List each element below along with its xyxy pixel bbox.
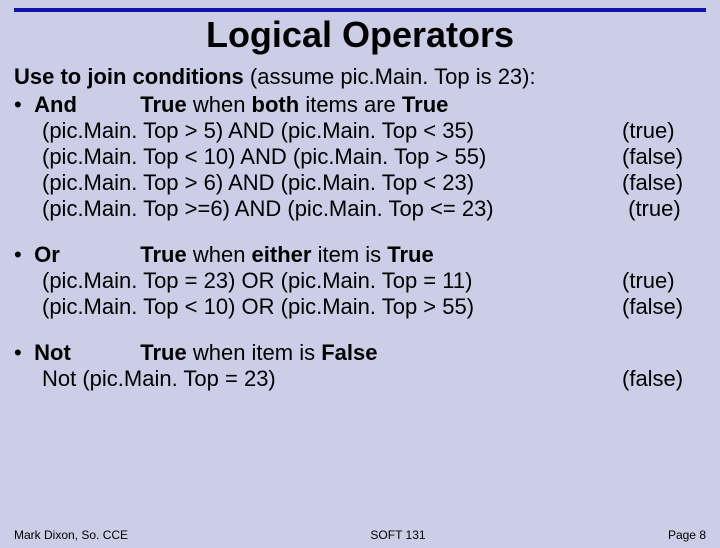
or-name: Or [34,242,134,268]
and-mid1: when [187,92,252,117]
not-false: False [321,340,377,365]
and-res: (true) [622,118,706,144]
bullet-icon: • [14,92,28,118]
intro-rest: (assume pic.Main. Top is 23): [244,64,536,89]
or-heading: • Or True when either item is True [14,242,706,268]
or-true2: True [387,242,433,267]
and-expr: (pic.Main. Top > 5) AND (pic.Main. Top <… [42,118,622,144]
and-expr: (pic.Main. Top > 6) AND (pic.Main. Top <… [42,170,622,196]
not-heading: • Not True when item is False [14,340,706,366]
and-name: And [34,92,134,118]
not-mid: when item is [187,340,322,365]
not-true: True [140,340,186,365]
bullet-icon: • [14,340,28,366]
or-mid1: when [187,242,252,267]
bullet-icon: • [14,242,28,268]
and-both: both [252,92,300,117]
or-row: (pic.Main. Top = 23) OR (pic.Main. Top =… [14,268,706,294]
or-res: (false) [622,294,706,320]
and-heading: • And True when both items are True [14,92,706,118]
and-block: • And True when both items are True (pic… [14,92,706,222]
and-res: (true) [622,196,706,222]
or-mid2: item is [311,242,387,267]
and-row: (pic.Main. Top > 6) AND (pic.Main. Top <… [14,170,706,196]
or-expr: (pic.Main. Top < 10) OR (pic.Main. Top >… [42,294,622,320]
and-row: (pic.Main. Top > 5) AND (pic.Main. Top <… [14,118,706,144]
not-expr: Not (pic.Main. Top = 23) [42,366,622,392]
and-true1: True [140,92,186,117]
and-res: (false) [622,144,706,170]
and-expr: (pic.Main. Top < 10) AND (pic.Main. Top … [42,144,622,170]
or-either: either [252,242,312,267]
intro-line: Use to join conditions (assume pic.Main.… [14,64,706,90]
or-row: (pic.Main. Top < 10) OR (pic.Main. Top >… [14,294,706,320]
or-true1: True [140,242,186,267]
and-row: (pic.Main. Top >=6) AND (pic.Main. Top <… [14,196,706,222]
and-res: (false) [622,170,706,196]
or-res: (true) [622,268,706,294]
intro-bold: Use to join conditions [14,64,244,89]
and-expr: (pic.Main. Top >=6) AND (pic.Main. Top <… [42,196,622,222]
and-mid2: items are [299,92,402,117]
not-row: Not (pic.Main. Top = 23)(false) [14,366,706,392]
or-block: • Or True when either item is True (pic.… [14,242,706,320]
title-rule [14,8,706,12]
slide-title: Logical Operators [0,14,720,56]
not-name: Not [34,340,134,366]
not-res: (false) [622,366,706,392]
not-block: • Not True when item is False Not (pic.M… [14,340,706,392]
or-expr: (pic.Main. Top = 23) OR (pic.Main. Top =… [42,268,622,294]
slide-content: Use to join conditions (assume pic.Main.… [0,56,720,391]
and-row: (pic.Main. Top < 10) AND (pic.Main. Top … [14,144,706,170]
and-true2: True [402,92,448,117]
